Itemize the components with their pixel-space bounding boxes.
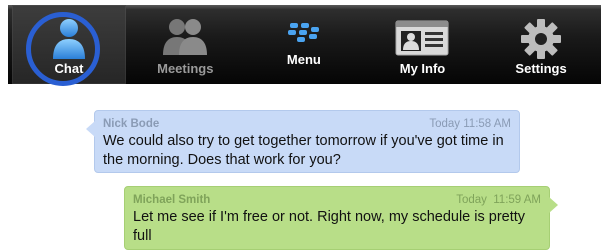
tab-meetings[interactable]: Meetings bbox=[126, 5, 245, 84]
gear-icon bbox=[519, 17, 563, 66]
people-icon bbox=[159, 17, 211, 62]
message-sender: Michael Smith bbox=[133, 194, 211, 206]
message-text: Let me see if I'm free or not. Right now… bbox=[133, 209, 526, 244]
tab-label: My Info bbox=[399, 61, 446, 76]
message-bubble-incoming: Nick Bode Today 11:58 AM We could also t… bbox=[86, 110, 520, 173]
message-timestamp: Today 11:59 AM bbox=[456, 194, 541, 206]
tab-label: Settings bbox=[515, 61, 567, 76]
tab-settings[interactable]: Settings bbox=[482, 5, 601, 84]
contact-card-icon bbox=[394, 17, 450, 62]
tab-my-info[interactable]: My Info bbox=[363, 5, 482, 84]
tab-menu[interactable]: Menu bbox=[245, 5, 364, 84]
message-sender: Nick Bode bbox=[103, 118, 160, 130]
message-bubble-outgoing: Michael Smith Today 11:59 AM Let me see … bbox=[124, 186, 558, 250]
blackberry-logo-icon bbox=[284, 21, 324, 50]
message-timestamp: Today 11:58 AM bbox=[429, 118, 511, 130]
person-icon bbox=[49, 17, 89, 66]
tab-label: Meetings bbox=[157, 61, 214, 76]
tab-label: Chat bbox=[54, 61, 84, 76]
message-text: We could also try to get together tomorr… bbox=[103, 133, 504, 168]
tab-label: Menu bbox=[286, 52, 321, 67]
tab-chat[interactable]: Chat bbox=[12, 5, 126, 84]
tab-bar: Chat Meetings Menu My Info Settings bbox=[8, 5, 601, 84]
